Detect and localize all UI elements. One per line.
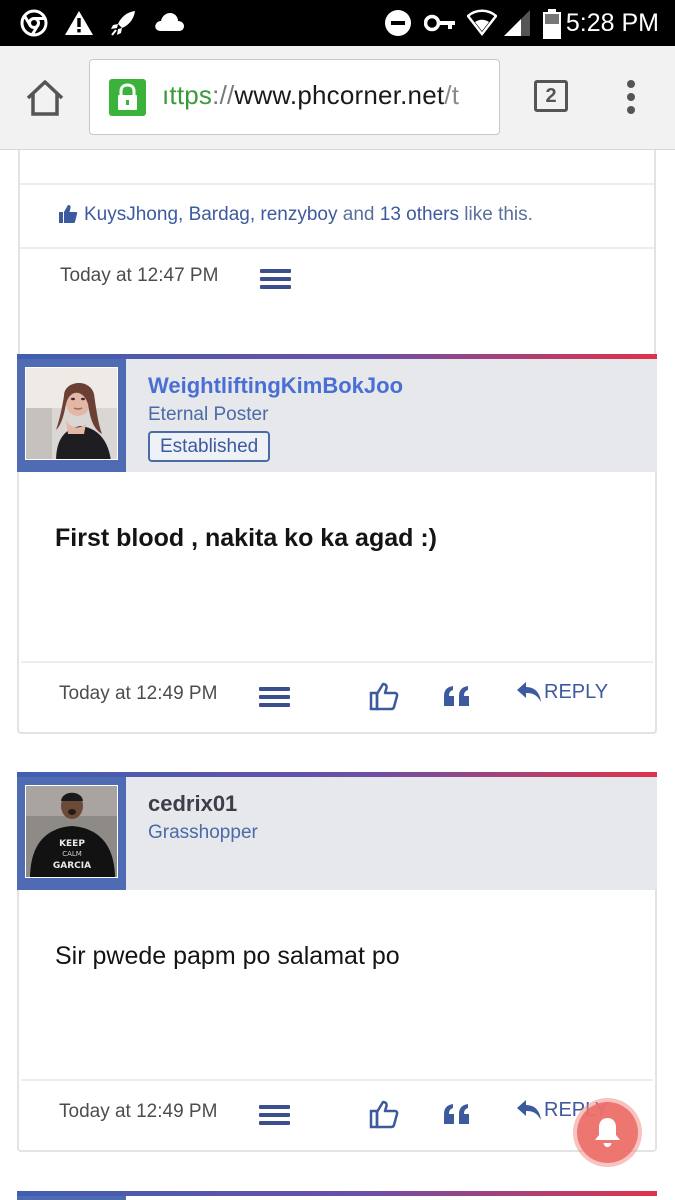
url-host: www.phcorner.net (234, 80, 445, 110)
url-text: ıttps://www.phcorner.net/t (162, 80, 459, 111)
post-menu-icon[interactable] (259, 1105, 290, 1125)
url-scheme: ıttps (162, 80, 213, 110)
address-bar[interactable]: ıttps://www.phcorner.net/t (89, 59, 500, 135)
menu-dot-icon (627, 106, 635, 114)
post-timestamp[interactable]: Today at 12:49 PM (59, 683, 217, 705)
avatar-shirt-text-calm: CALM (62, 850, 82, 858)
avatar-frame (17, 359, 126, 472)
username-link[interactable]: cedrix01 (148, 791, 237, 817)
menu-dot-icon (627, 93, 635, 101)
status-bar: 5:28 PM (0, 0, 675, 46)
reply-arrow-icon (516, 1099, 544, 1121)
tab-switcher-button[interactable]: 2 (534, 80, 568, 112)
user-badge: Established (148, 431, 271, 462)
avatar-shirt-text-keep: KEEP (59, 839, 85, 849)
home-button[interactable] (24, 78, 66, 118)
post-menu-icon[interactable] (259, 687, 290, 707)
cloud-icon (153, 9, 185, 40)
menu-dot-icon (627, 80, 635, 88)
do-not-disturb-icon (384, 9, 412, 42)
likes-text: KuysJhong, Bardag, renzyboy and 13 other… (84, 204, 533, 226)
quote-button[interactable] (443, 685, 471, 712)
post-card: WeightliftingKimBokJoo Eternal Poster Es… (17, 354, 657, 734)
post-menu-icon[interactable] (260, 269, 291, 289)
avatar-frame: KEEP CALM GARCIA (17, 777, 126, 890)
thumbs-up-icon (58, 204, 78, 229)
clock: 5:28 PM (565, 9, 659, 37)
browser-toolbar: ıttps://www.phcorner.net/t 2 (0, 46, 675, 150)
like-button[interactable] (369, 1099, 399, 1134)
quote-button[interactable] (443, 1103, 471, 1130)
likes-suffix: like this. (459, 204, 533, 225)
avatar-shirt-text-name: GARCIA (53, 861, 91, 871)
post-footer: Today at 12:49 PM REPLY (19, 665, 655, 731)
overflow-menu-button[interactable] (626, 80, 636, 114)
avatar[interactable] (25, 367, 118, 460)
reply-arrow-icon (516, 681, 544, 703)
reply-label: REPLY (544, 681, 609, 703)
post-body: First blood , nakita ko ka agad :) (21, 476, 653, 663)
lock-icon (109, 79, 146, 116)
battery-icon (543, 9, 561, 44)
thread-content: KuysJhong, Bardag, renzyboy and 13 other… (0, 150, 675, 1200)
user-title: Grasshopper (148, 822, 258, 843)
wifi-icon (466, 9, 498, 42)
rocket-icon (109, 9, 139, 42)
key-icon (423, 9, 456, 42)
post-card: KEEP CALM GARCIA cedrix01 Grasshopper Si… (17, 772, 657, 1152)
post-timestamp[interactable]: Today at 12:49 PM (59, 1101, 217, 1123)
post-header: WeightliftingKimBokJoo Eternal Poster Es… (17, 359, 657, 472)
likes-others-link[interactable]: 13 others (380, 204, 459, 225)
thumbs-up-outline-icon (369, 682, 399, 715)
thumbs-up-outline-icon (369, 1100, 399, 1133)
avatar[interactable]: KEEP CALM GARCIA (25, 785, 118, 878)
likes-connector: and (337, 204, 380, 225)
likes-summary: KuysJhong, Bardag, renzyboy and 13 other… (20, 183, 654, 249)
signal-icon (503, 9, 531, 42)
post-message: First blood , nakita ko ka agad :) (55, 524, 438, 552)
next-post-avatar-frame (17, 1196, 126, 1200)
chrome-icon (20, 9, 48, 42)
post-header: KEEP CALM GARCIA cedrix01 Grasshopper (17, 777, 657, 890)
likes-names-link[interactable]: KuysJhong, Bardag, renzyboy (84, 204, 338, 225)
user-title: Eternal Poster (148, 404, 269, 425)
like-button[interactable] (369, 681, 399, 716)
post-body: Sir pwede papm po salamat po (21, 894, 653, 1081)
url-separator: :// (212, 80, 235, 110)
quote-icon (443, 686, 471, 711)
quote-icon (443, 1104, 471, 1129)
reply-button[interactable]: REPLY (516, 681, 608, 704)
home-icon (24, 80, 66, 122)
url-path: /t (444, 80, 460, 110)
post-message: Sir pwede papm po salamat po (55, 942, 400, 970)
username-link[interactable]: WeightliftingKimBokJoo (148, 373, 403, 399)
notification-bell-button[interactable] (577, 1102, 638, 1163)
post-footer: Today at 12:49 PM REPLY (19, 1083, 655, 1149)
warning-icon (64, 9, 94, 42)
post-timestamp[interactable]: Today at 12:47 PM (60, 265, 218, 287)
